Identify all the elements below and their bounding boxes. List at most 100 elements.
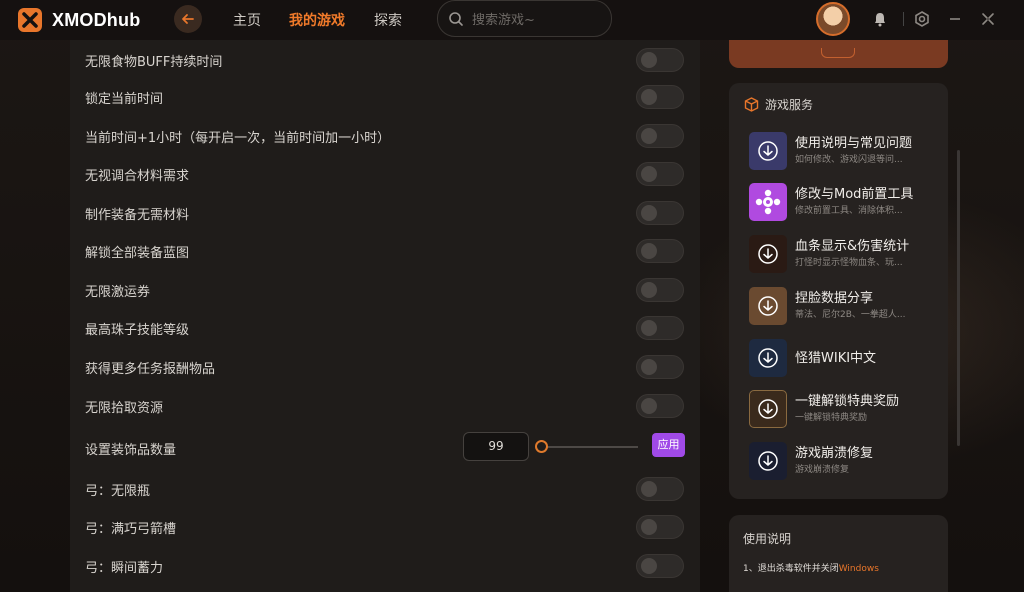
cheat-toggle[interactable]	[636, 48, 684, 72]
decoration-count-label: 设置装饰品数量	[85, 443, 177, 458]
cheat-label: 无限激运券	[85, 285, 151, 300]
nav-explore[interactable]: 探索	[374, 10, 402, 30]
download-icon	[749, 390, 787, 428]
services-title: 游戏服务	[765, 98, 814, 112]
cheat-toggle[interactable]	[636, 477, 684, 501]
cheat-toggle[interactable]	[636, 85, 684, 109]
cheat-label: 获得更多任务报酬物品	[85, 362, 216, 377]
cheat-label: 弓：瞬间蓄力	[85, 561, 164, 576]
launch-button-badge	[821, 48, 855, 58]
service-title: 捏脸数据分享	[795, 291, 874, 306]
service-title: 游戏崩溃修复	[795, 446, 874, 461]
usage-title: 使用说明	[743, 532, 792, 546]
cheat-toggle[interactable]	[636, 554, 684, 578]
slider-handle[interactable]	[535, 440, 548, 453]
cheat-toggle[interactable]	[636, 201, 684, 225]
cheat-toggle[interactable]	[636, 278, 684, 302]
download-icon	[749, 442, 787, 480]
search-placeholder: 搜索游戏~	[472, 13, 535, 28]
cheat-row: 锁定当前时间	[70, 78, 700, 116]
service-item[interactable]: 一键解锁特典奖励 一键解锁特典奖励	[749, 386, 941, 430]
arrow-left-icon	[182, 14, 194, 24]
settings-icon[interactable]	[913, 10, 931, 28]
cheat-label: 解锁全部装备蓝图	[85, 246, 190, 261]
collapse-icon[interactable]	[979, 10, 997, 28]
service-title: 怪猎WIKI中文	[795, 351, 877, 366]
cheat-toggle[interactable]	[636, 355, 684, 379]
cheat-row: 当前时间+1小时（每开启一次，当前时间加一小时）	[70, 117, 700, 155]
search-icon	[449, 11, 463, 26]
cheat-toggle[interactable]	[636, 515, 684, 539]
service-subtitle: 游戏崩溃修复	[795, 465, 850, 475]
service-subtitle: 如何修改、游戏闪退等问...	[795, 155, 903, 165]
app-name: XMODhub	[52, 9, 141, 30]
app-logo[interactable]: XMODhub	[16, 6, 140, 34]
launch-button[interactable]	[729, 40, 948, 68]
nav-home[interactable]: 主页	[233, 10, 261, 30]
service-title: 血条显示&伤害统计	[795, 239, 910, 254]
top-bar: XMODhub 主页 我的游戏 探索 搜索游戏~	[0, 0, 1024, 40]
decoration-count-slider[interactable]	[542, 446, 638, 448]
service-title: 使用说明与常见问题	[795, 136, 913, 151]
service-item[interactable]: 游戏崩溃修复 游戏崩溃修复	[749, 438, 941, 482]
cheat-row: 弓：无限瓶	[70, 470, 700, 508]
apply-button[interactable]: 应用	[652, 433, 685, 457]
service-subtitle: 打怪时显示怪物血条、玩...	[795, 258, 903, 268]
service-item[interactable]: 怪猎WIKI中文	[749, 335, 941, 379]
service-title: 修改与Mod前置工具	[795, 187, 914, 202]
cheat-row: 解锁全部装备蓝图	[70, 232, 700, 270]
notification-icon[interactable]	[871, 10, 889, 28]
service-subtitle: 蒂法、尼尔2B、一拳超人...	[795, 310, 906, 320]
cheat-toggle[interactable]	[636, 124, 684, 148]
download-icon	[749, 287, 787, 325]
cheat-toggle[interactable]	[636, 162, 684, 186]
cheat-row: 无视调合材料需求	[70, 155, 700, 193]
cheat-row: 弓：瞬间蓄力	[70, 547, 700, 585]
search-input[interactable]: 搜索游戏~	[437, 0, 612, 37]
download-icon	[749, 339, 787, 377]
nav-my-games[interactable]: 我的游戏	[289, 10, 345, 30]
cheat-toggle[interactable]	[636, 239, 684, 263]
cheat-row: 弓：满巧弓箭槽	[70, 508, 700, 546]
service-subtitle: 一键解锁特典奖励	[795, 413, 868, 423]
cheat-label: 弓：无限瓶	[85, 484, 151, 499]
cheat-label: 无视调合材料需求	[85, 169, 190, 184]
cheat-label: 无限食物BUFF持续时间	[85, 55, 223, 70]
download-icon	[749, 235, 787, 273]
mod-tool-icon	[749, 183, 787, 221]
back-button[interactable]	[174, 5, 202, 33]
right-scrollbar[interactable]	[957, 150, 960, 446]
cheat-list-panel: 无限食物BUFF持续时间 锁定当前时间 当前时间+1小时（每开启一次，当前时间加…	[70, 40, 700, 592]
cheat-toggle[interactable]	[636, 394, 684, 418]
cheat-row: 无限拾取资源	[70, 387, 700, 425]
minimize-icon[interactable]	[946, 10, 964, 28]
cheat-label: 最高珠子技能等级	[85, 323, 190, 338]
cheat-label: 制作装备无需材料	[85, 208, 190, 223]
service-item[interactable]: 修改与Mod前置工具 修改前置工具、消除体积...	[749, 179, 941, 223]
service-item[interactable]: 血条显示&伤害统计 打怪时显示怪物血条、玩...	[749, 231, 941, 275]
cheat-label: 无限拾取资源	[85, 401, 164, 416]
service-item[interactable]: 捏脸数据分享 蒂法、尼尔2B、一拳超人...	[749, 283, 941, 327]
decoration-count-row: 设置装饰品数量 99 应用	[70, 429, 700, 467]
cheat-row: 制作装备无需材料	[70, 194, 700, 232]
decoration-count-input[interactable]: 99	[463, 432, 529, 461]
cheat-row: 无限激运券	[70, 271, 700, 309]
user-avatar[interactable]	[816, 2, 850, 36]
cheat-row: 获得更多任务报酬物品	[70, 348, 700, 386]
usage-step-text: 1、退出杀毒软件并关闭	[743, 564, 839, 574]
download-icon	[749, 132, 787, 170]
usage-instructions-panel: 使用说明 1、退出杀毒软件并关闭Windows	[729, 515, 948, 592]
xmod-logo-icon	[18, 8, 42, 32]
header-divider	[903, 12, 904, 26]
service-title: 一键解锁特典奖励	[795, 394, 900, 409]
service-subtitle: 修改前置工具、消除体积...	[795, 206, 903, 216]
cheat-label: 锁定当前时间	[85, 92, 164, 107]
cheat-toggle[interactable]	[636, 316, 684, 340]
service-item[interactable]: 使用说明与常见问题 如何修改、游戏闪退等问...	[749, 128, 941, 172]
cheat-label: 当前时间+1小时（每开启一次，当前时间加一小时）	[85, 131, 391, 146]
cheat-row: 无限食物BUFF持续时间	[70, 40, 700, 78]
box-icon	[744, 97, 759, 112]
services-header: 游戏服务	[744, 96, 813, 113]
game-services-panel: 游戏服务 使用说明与常见问题 如何修改、游戏闪退等问... 修改与Mod前置工具…	[729, 83, 948, 499]
usage-step-highlight: Windows	[838, 564, 879, 574]
